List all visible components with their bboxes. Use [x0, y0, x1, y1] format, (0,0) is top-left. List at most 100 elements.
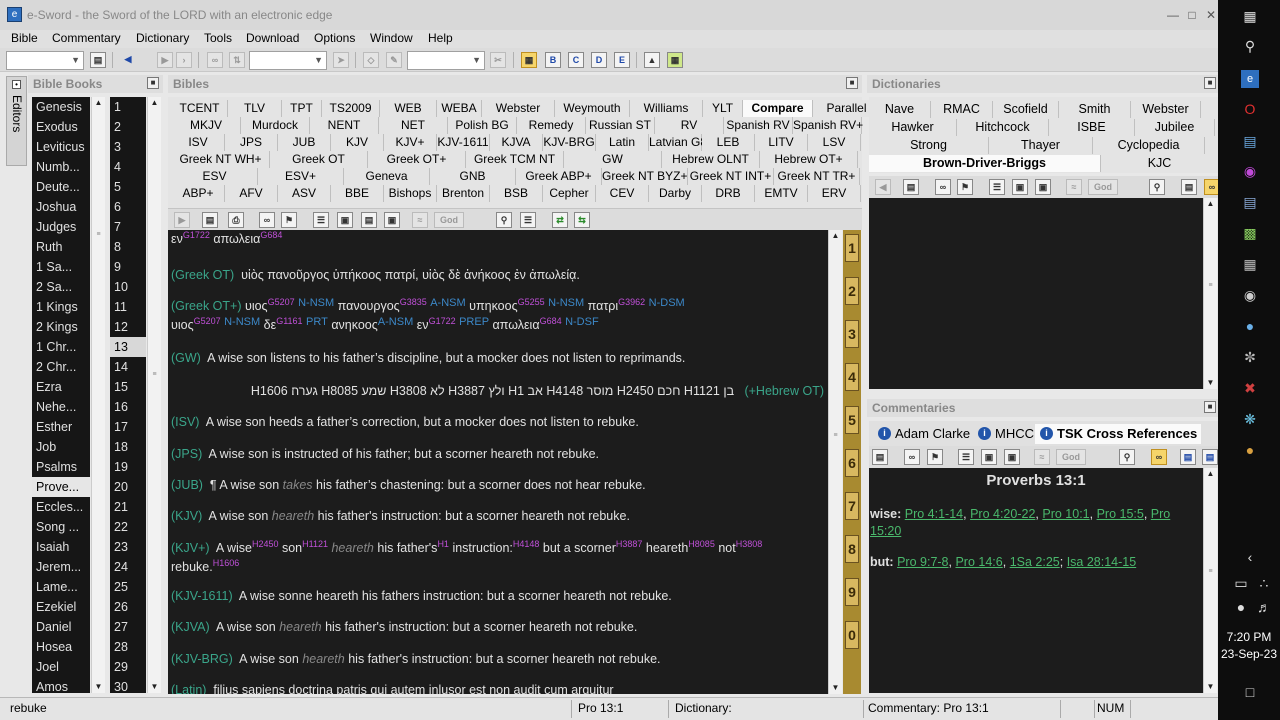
menu-commentary[interactable]: Commentary: [52, 31, 121, 45]
bible-tab[interactable]: CEV: [596, 185, 649, 202]
menu-bible[interactable]: Bible: [11, 31, 38, 45]
bible-tab[interactable]: BBE: [331, 185, 384, 202]
book-item[interactable]: Isaiah: [32, 537, 90, 557]
bible-tab[interactable]: BSB: [490, 185, 543, 202]
chapter-item[interactable]: 6: [110, 197, 146, 217]
menu-options[interactable]: Options: [314, 31, 355, 45]
clock[interactable]: 7:20 PM 23-Sep-23: [1218, 630, 1280, 661]
layout-bible-icon[interactable]: ▦: [521, 52, 537, 68]
scroll-grip-icon[interactable]: ≡: [150, 371, 159, 380]
chapter-item[interactable]: 9: [110, 257, 146, 277]
highlight-combo[interactable]: ▼: [407, 51, 485, 70]
book-item[interactable]: Ezra: [32, 377, 90, 397]
book-item[interactable]: Amos: [32, 677, 90, 693]
dictionary-tab[interactable]: Webster: [1131, 101, 1201, 118]
book-item[interactable]: Song ...: [32, 517, 90, 537]
book-item[interactable]: Eccles...: [32, 497, 90, 517]
book-item[interactable]: 2 Kings: [32, 317, 90, 337]
bible-tab[interactable]: Russian ST: [586, 117, 655, 134]
strongs-icon[interactable]: ≈: [1066, 179, 1082, 195]
play-icon[interactable]: ▶: [174, 212, 190, 228]
cross-reference-link[interactable]: 1Sa 2:25: [1010, 555, 1060, 569]
book-item[interactable]: Genesis: [32, 97, 90, 117]
bible-tab[interactable]: RV: [655, 117, 724, 134]
bible-tab[interactable]: NENT: [310, 117, 379, 134]
chapter-item[interactable]: 15: [110, 377, 146, 397]
bible-tab[interactable]: EMTV: [755, 185, 808, 202]
highlight-icon[interactable]: ✎: [386, 52, 402, 68]
bible-tab[interactable]: Spanish RV: [724, 117, 793, 134]
bible-tab[interactable]: Greek TCM NT: [466, 151, 564, 168]
link-icon[interactable]: ∞: [1151, 449, 1167, 465]
tags-icon[interactable]: ▣: [1035, 179, 1051, 195]
map-icon[interactable]: ▦: [667, 52, 683, 68]
editors-tab[interactable]: • Editors: [6, 76, 27, 166]
dictionary-tab[interactable]: Jubilee: [1135, 119, 1215, 136]
chapter-item[interactable]: 19: [110, 457, 146, 477]
forward-arrow-icon[interactable]: ▶: [157, 52, 173, 68]
binoculars-icon[interactable]: ∞: [259, 212, 275, 228]
book-item[interactable]: Psalms: [32, 457, 90, 477]
book-item[interactable]: 2 Chr...: [32, 357, 90, 377]
menu-window[interactable]: Window: [370, 31, 413, 45]
zoom-icon[interactable]: ⚲: [1119, 449, 1135, 465]
bible-tab[interactable]: JUB: [278, 134, 331, 151]
battery-icon[interactable]: ▭: [1232, 574, 1250, 592]
bible-tab[interactable]: ESV+: [258, 168, 344, 185]
chapter-item[interactable]: 8: [110, 237, 146, 257]
book-item[interactable]: 1 Kings: [32, 297, 90, 317]
bible-text-view[interactable]: ενG1722 απωλειαG684 (Greek OT) υἱὸς πανο…: [168, 230, 828, 694]
chapter-item[interactable]: 21: [110, 497, 146, 517]
scroll-up-icon[interactable]: ▲: [829, 230, 842, 242]
chapter-tab[interactable]: 4: [845, 363, 859, 391]
pin-icon[interactable]: •: [12, 80, 21, 89]
browser-icon[interactable]: ◉: [1241, 162, 1259, 180]
bible-text-scrollbar[interactable]: ▲ ≡ ▼: [828, 230, 842, 694]
chevron-left-icon[interactable]: ‹: [1241, 548, 1259, 566]
bible-tab[interactable]: TPT: [282, 100, 322, 117]
chapter-item[interactable]: 3: [110, 137, 146, 157]
binoculars-icon[interactable]: ∞: [935, 179, 951, 195]
layout-c-icon[interactable]: ▤: [1202, 449, 1218, 465]
bible-tab[interactable]: Polish BG: [448, 117, 517, 134]
bible-tab[interactable]: Greek OT+: [368, 151, 466, 168]
chapter-tab[interactable]: 9: [845, 578, 859, 606]
calc-icon[interactable]: ▩: [1241, 224, 1259, 242]
bible-tab[interactable]: KJV-1611: [437, 134, 490, 151]
scroll-grip-icon[interactable]: ≡: [94, 231, 103, 240]
bible-tab[interactable]: Webster: [482, 100, 555, 117]
bookmark-icon[interactable]: ⚑: [281, 212, 297, 228]
tab-mhcc[interactable]: i MHCC: [973, 424, 1034, 444]
dictionary-tab[interactable]: KJC: [1101, 155, 1218, 172]
book-item[interactable]: Leviticus: [32, 137, 90, 157]
book-item[interactable]: Jerem...: [32, 557, 90, 577]
dictionary-view[interactable]: [869, 198, 1203, 389]
chapter-item[interactable]: 25: [110, 577, 146, 597]
minimize-button[interactable]: —: [1163, 5, 1183, 25]
spreadsheet-icon[interactable]: ▤: [1241, 193, 1259, 211]
commentary-view[interactable]: Proverbs 13:1 wise: Pro 4:1-14, Pro 4:20…: [869, 468, 1203, 693]
dictionary-tab[interactable]: Nave: [869, 101, 931, 118]
dictionary-scrollbar[interactable]: ▲ ≡ ▼: [1203, 198, 1217, 389]
reference-combo[interactable]: ▼: [6, 51, 84, 70]
pin-icon[interactable]: ■: [1204, 77, 1216, 89]
scroll-down-icon[interactable]: ▼: [148, 681, 161, 693]
chapter-item[interactable]: 4: [110, 157, 146, 177]
book-item[interactable]: Numb...: [32, 157, 90, 177]
app-icon[interactable]: ●: [1241, 441, 1259, 459]
chapter-item[interactable]: 1: [110, 97, 146, 117]
dictionary-tab[interactable]: Thayer: [989, 137, 1093, 154]
chapter-item[interactable]: 22: [110, 517, 146, 537]
bible-tab[interactable]: AFV: [225, 185, 278, 202]
book-item[interactable]: Job: [32, 437, 90, 457]
bible-tab[interactable]: KJV-BRG: [543, 134, 596, 151]
bible-tab[interactable]: Bishops: [384, 185, 437, 202]
chapter-item[interactable]: 18: [110, 437, 146, 457]
cross-reference-link[interactable]: Pro 10:1: [1042, 507, 1089, 521]
book-item[interactable]: Nehe...: [32, 397, 90, 417]
chapter-item[interactable]: 16: [110, 397, 146, 417]
god-icon[interactable]: God: [1088, 179, 1118, 195]
copy-icon[interactable]: ▤: [202, 212, 218, 228]
bible-tab[interactable]: DRB: [702, 185, 755, 202]
god-icon[interactable]: God: [434, 212, 464, 228]
